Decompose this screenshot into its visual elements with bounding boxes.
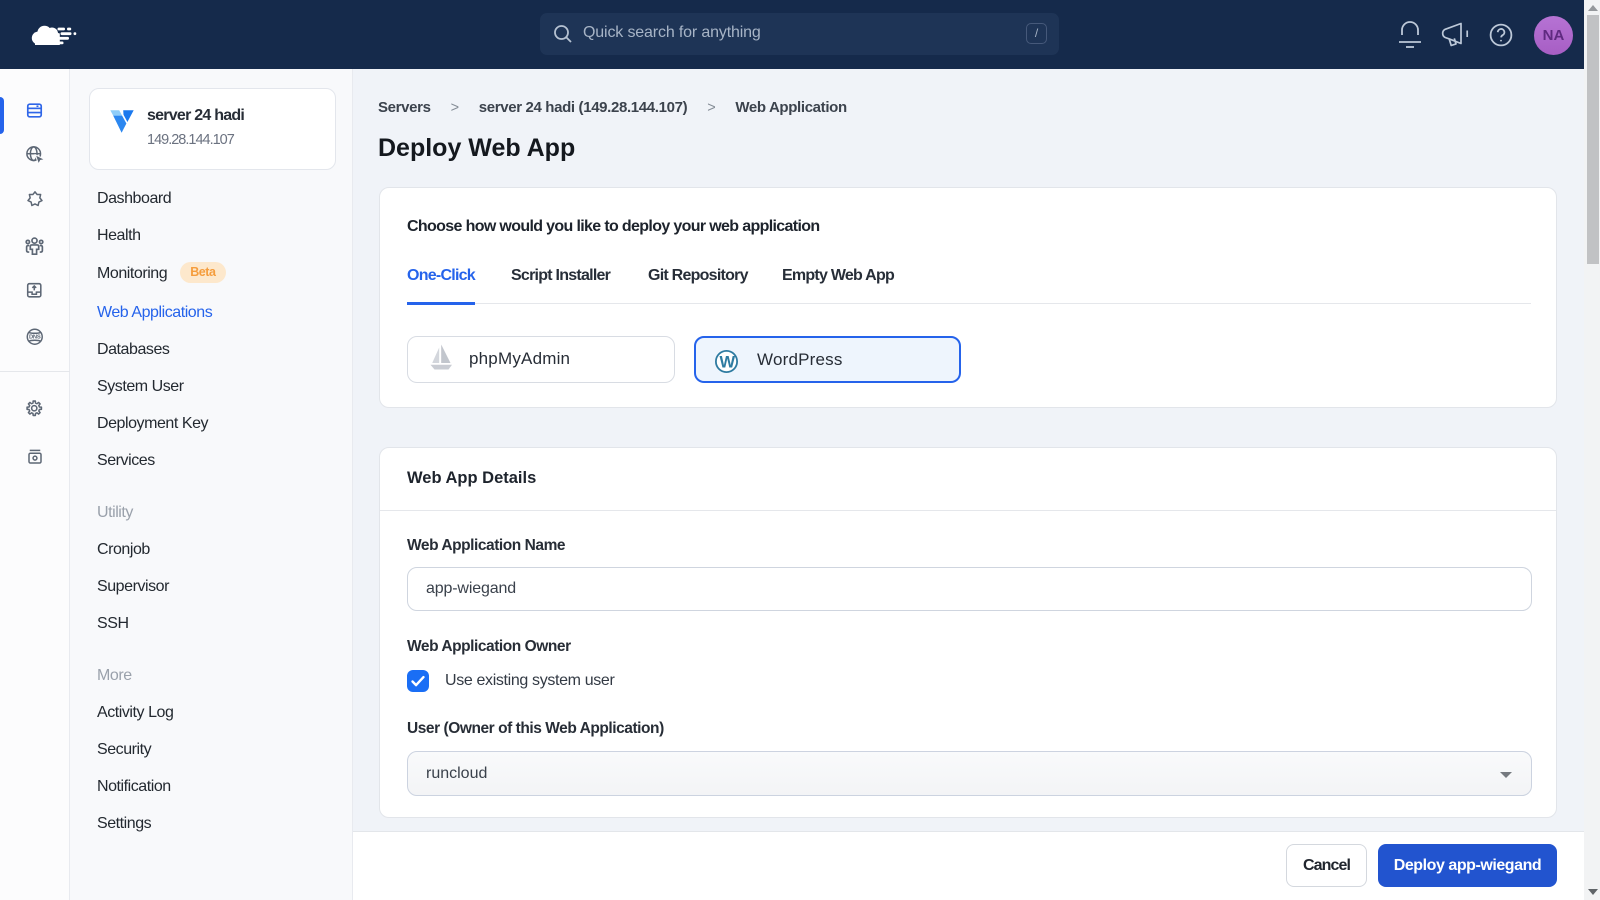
svg-text:W: W [719, 353, 735, 371]
svg-text:DNS: DNS [29, 335, 41, 341]
